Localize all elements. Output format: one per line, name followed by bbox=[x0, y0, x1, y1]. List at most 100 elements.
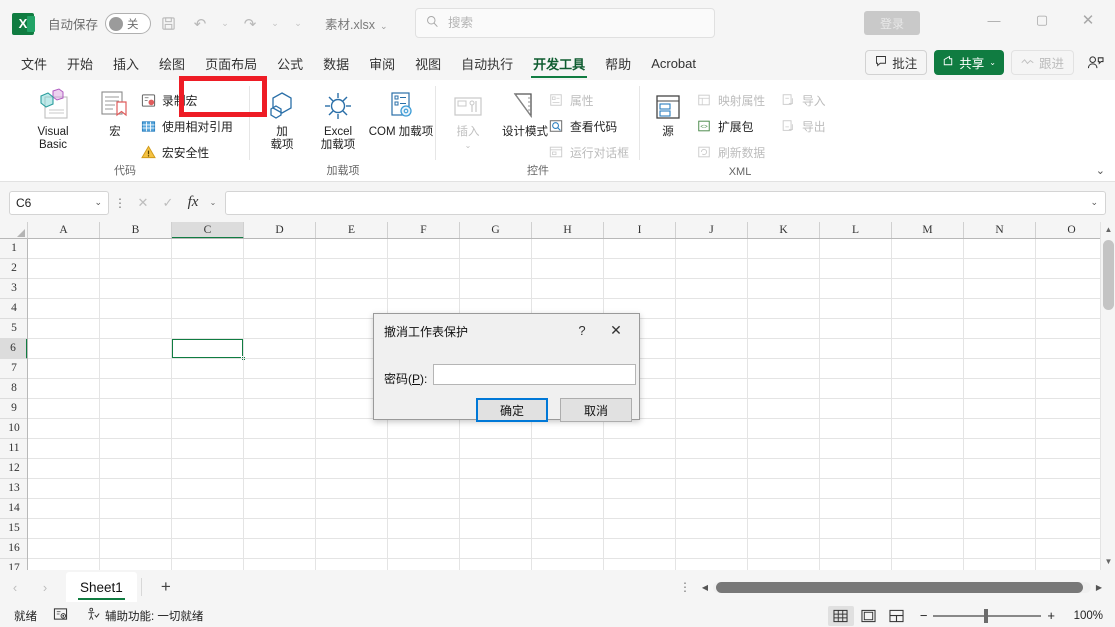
sheet-tab-sheet1[interactable]: Sheet1 bbox=[66, 572, 137, 602]
row-header-12[interactable]: 12 bbox=[0, 459, 27, 479]
row-header-9[interactable]: 9 bbox=[0, 399, 27, 419]
row-header-5[interactable]: 5 bbox=[0, 319, 27, 339]
export-button[interactable]: 导出 bbox=[780, 115, 826, 137]
vertical-scrollbar[interactable]: ▲ ▼ bbox=[1100, 222, 1115, 570]
tab-formulas[interactable]: 公式 bbox=[267, 49, 313, 79]
row-header-4[interactable]: 4 bbox=[0, 299, 27, 319]
autosave-toggle[interactable]: 关 bbox=[105, 13, 152, 34]
column-header-K[interactable]: K bbox=[748, 222, 820, 238]
run-dialog-button[interactable]: 运行对话框 bbox=[548, 141, 629, 163]
row-header-15[interactable]: 15 bbox=[0, 519, 27, 539]
row-header-13[interactable]: 13 bbox=[0, 479, 27, 499]
accessibility-status[interactable]: 辅助功能: 一切就绪 bbox=[86, 607, 203, 624]
formula-input[interactable]: ⌄ bbox=[225, 190, 1106, 215]
column-header-N[interactable]: N bbox=[964, 222, 1036, 238]
scroll-right-icon[interactable]: ▶ bbox=[1091, 583, 1107, 592]
scroll-up-icon[interactable]: ▲ bbox=[1101, 222, 1115, 238]
tab-review[interactable]: 审阅 bbox=[359, 49, 405, 79]
row-header-17[interactable]: 17 bbox=[0, 559, 27, 570]
tab-data[interactable]: 数据 bbox=[313, 49, 359, 79]
save-icon[interactable] bbox=[153, 10, 183, 38]
tab-file[interactable]: 文件 bbox=[11, 49, 57, 79]
undo-icon[interactable]: ↶ bbox=[185, 10, 215, 38]
dialog-help-icon[interactable]: ? bbox=[571, 320, 593, 340]
tab-home[interactable]: 开始 bbox=[57, 49, 103, 79]
row-header-2[interactable]: 2 bbox=[0, 259, 27, 279]
zoom-slider-knob[interactable] bbox=[984, 608, 989, 623]
filename-label[interactable]: 素材.xlsx ⌄ bbox=[325, 14, 388, 33]
horizontal-scroll-track[interactable] bbox=[713, 581, 1091, 593]
tab-insert[interactable]: 插入 bbox=[103, 49, 149, 79]
scroll-left-icon[interactable]: ◀ bbox=[697, 583, 713, 592]
sheet-next-icon[interactable]: › bbox=[30, 580, 60, 595]
row-header-1[interactable]: 1 bbox=[0, 239, 27, 259]
tab-developer[interactable]: 开发工具 bbox=[523, 49, 595, 79]
tab-automate[interactable]: 自动执行 bbox=[451, 49, 523, 79]
record-macro-button[interactable]: 录制宏 bbox=[140, 89, 197, 111]
map-properties-button[interactable]: 映射属性 bbox=[696, 89, 765, 111]
visual-basic-button[interactable]: Visual Basic bbox=[22, 86, 84, 152]
close-icon[interactable]: ✕ bbox=[1065, 0, 1111, 40]
row-header-8[interactable]: 8 bbox=[0, 379, 27, 399]
sign-in-button[interactable]: 登录 bbox=[864, 11, 920, 35]
redo-icon[interactable]: ↷ bbox=[235, 10, 265, 38]
row-header-6[interactable]: 6 bbox=[0, 339, 27, 359]
column-header-H[interactable]: H bbox=[532, 222, 604, 238]
addins-button[interactable]: 加载项 bbox=[256, 86, 308, 152]
zoom-level-label[interactable]: 100% bbox=[1065, 610, 1103, 622]
row-header-11[interactable]: 11 bbox=[0, 439, 27, 459]
view-code-button[interactable]: 查看代码 bbox=[548, 115, 617, 137]
import-button[interactable]: 导入 bbox=[780, 89, 826, 111]
page-layout-view-icon[interactable] bbox=[856, 606, 882, 626]
select-all-corner[interactable] bbox=[0, 222, 28, 239]
row-header-14[interactable]: 14 bbox=[0, 499, 27, 519]
zoom-in-button[interactable]: + bbox=[1047, 608, 1055, 623]
maximize-icon[interactable]: ▢ bbox=[1019, 0, 1065, 40]
use-relative-references-button[interactable]: 使用相对引用 bbox=[140, 115, 233, 137]
enter-formula-icon[interactable]: ✓ bbox=[156, 191, 180, 215]
search-input[interactable] bbox=[448, 16, 678, 30]
comments-button[interactable]: 批注 bbox=[865, 50, 928, 75]
minimize-icon[interactable]: — bbox=[971, 0, 1017, 40]
formula-bar-more-icon[interactable]: ⋮ bbox=[109, 196, 131, 210]
horizontal-scrollbar[interactable]: ◀ ▶ bbox=[697, 580, 1107, 595]
column-header-O[interactable]: O bbox=[1036, 222, 1100, 238]
row-header-10[interactable]: 10 bbox=[0, 419, 27, 439]
row-header-3[interactable]: 3 bbox=[0, 279, 27, 299]
tab-acrobat[interactable]: Acrobat bbox=[641, 49, 706, 79]
insert-function-icon[interactable]: fx bbox=[181, 191, 205, 215]
expand-formula-bar-icon[interactable]: ⌄ bbox=[1090, 197, 1098, 208]
person-add-icon[interactable] bbox=[1081, 50, 1109, 75]
name-box[interactable]: C6 ⌄ bbox=[9, 190, 109, 215]
selected-cell-C6[interactable] bbox=[171, 338, 244, 359]
cancel-button[interactable]: 取消 bbox=[560, 398, 632, 422]
sheet-bar-more-icon[interactable]: ⋮ bbox=[673, 580, 697, 594]
row-header-7[interactable]: 7 bbox=[0, 359, 27, 379]
column-header-D[interactable]: D bbox=[244, 222, 316, 238]
column-header-L[interactable]: L bbox=[820, 222, 892, 238]
com-addins-button[interactable]: COM 加载项 bbox=[365, 86, 437, 139]
password-input[interactable] bbox=[433, 364, 636, 385]
xml-source-button[interactable]: 源 bbox=[644, 86, 692, 139]
column-header-I[interactable]: I bbox=[604, 222, 676, 238]
zoom-out-button[interactable]: − bbox=[920, 608, 928, 623]
column-header-C[interactable]: C bbox=[172, 222, 244, 238]
tab-view[interactable]: 视图 bbox=[405, 49, 451, 79]
properties-button[interactable]: 属性 bbox=[548, 89, 594, 111]
vertical-scroll-thumb[interactable] bbox=[1103, 240, 1114, 310]
cancel-formula-icon[interactable]: ✕ bbox=[131, 191, 155, 215]
column-header-M[interactable]: M bbox=[892, 222, 964, 238]
share-button[interactable]: 共享 ⌄ bbox=[934, 50, 1004, 75]
add-sheet-button[interactable]: + bbox=[146, 577, 186, 597]
dialog-close-icon[interactable]: ✕ bbox=[605, 320, 627, 340]
column-header-F[interactable]: F bbox=[388, 222, 460, 238]
search-box[interactable] bbox=[415, 8, 715, 38]
redo-chevron-icon[interactable]: ⌄ bbox=[267, 10, 283, 38]
refresh-data-button[interactable]: 刷新数据 bbox=[696, 141, 765, 163]
scroll-down-icon[interactable]: ▼ bbox=[1101, 554, 1115, 570]
excel-addins-button[interactable]: Excel 加载项 bbox=[310, 86, 366, 152]
macro-security-button[interactable]: 宏安全性 bbox=[140, 141, 209, 163]
followup-button[interactable]: 跟进 bbox=[1010, 50, 1074, 75]
function-chevron-icon[interactable]: ⌄ bbox=[206, 191, 220, 215]
macros-button[interactable]: 宏 bbox=[92, 86, 138, 139]
